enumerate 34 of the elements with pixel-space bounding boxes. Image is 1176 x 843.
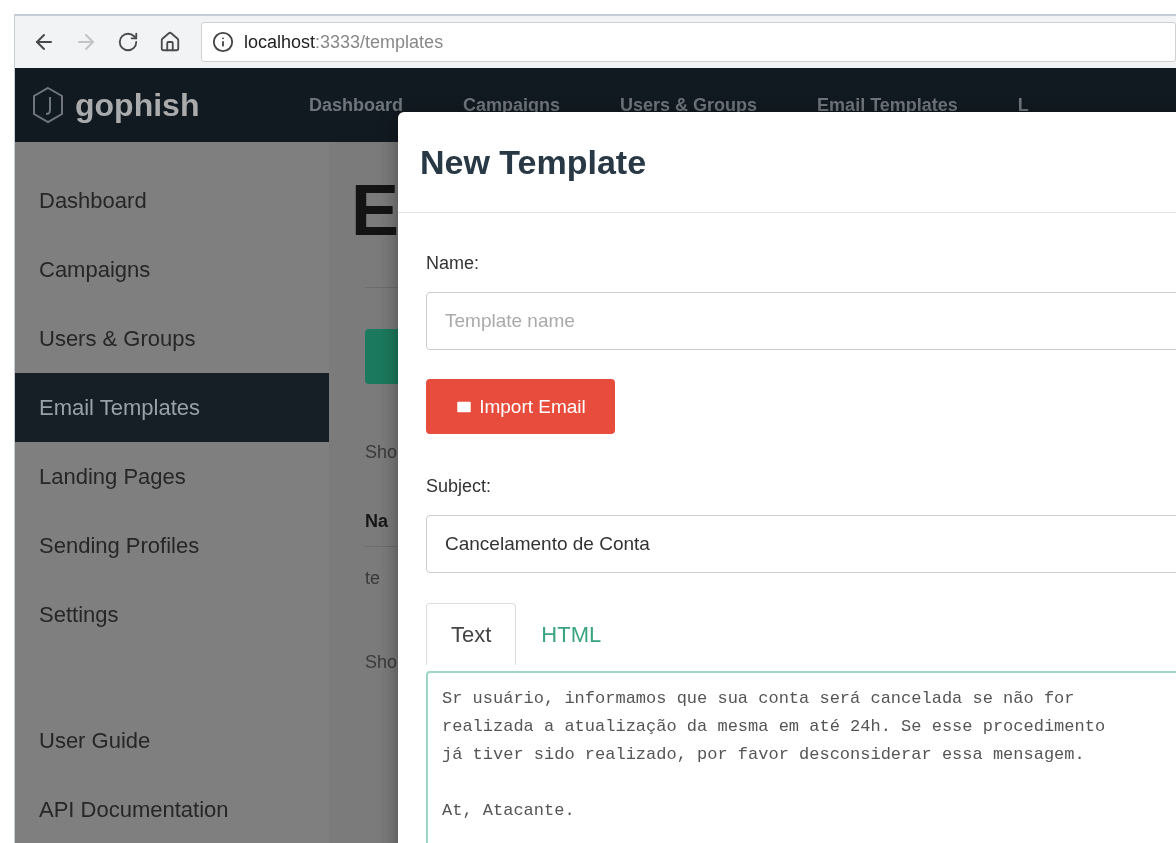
editor-tab[interactable]: Text xyxy=(426,603,517,665)
sidebar-link[interactable]: API Documentation xyxy=(15,775,329,843)
column-header: Na xyxy=(365,511,389,532)
home-icon xyxy=(159,31,181,53)
name-field[interactable]: Template name xyxy=(426,292,1176,350)
show-entries-text: Sho xyxy=(365,442,399,463)
showing-entries-text: Sho xyxy=(365,652,399,673)
brand-name: gophish xyxy=(75,86,201,124)
nav-link[interactable]: Campaigns xyxy=(463,94,561,116)
nav-link[interactable]: L xyxy=(1017,94,1029,116)
sidebar-item[interactable]: Email Templates xyxy=(15,373,329,443)
reload-icon xyxy=(117,31,139,53)
nav-link[interactable]: Dashboard xyxy=(309,94,404,116)
sidebar-item[interactable]: Sending Profiles xyxy=(15,511,329,581)
import-email-button[interactable]: Import Email xyxy=(426,379,615,434)
subject-label: Subject: xyxy=(426,476,492,497)
nav-link[interactable]: Users & Groups xyxy=(620,94,758,116)
sidebar-link[interactable]: User Guide xyxy=(15,706,329,776)
url-text: localhost:3333/templates xyxy=(244,31,444,53)
sidebar-item[interactable]: Campaigns xyxy=(15,235,329,305)
sidebar-item[interactable]: Landing Pages xyxy=(15,442,329,512)
sidebar-item[interactable]: Users & Groups xyxy=(15,304,329,374)
table-cell-text: te xyxy=(365,568,381,589)
page-heading: E xyxy=(351,170,399,250)
subject-field[interactable]: Cancelamento de Conta xyxy=(426,515,1176,573)
address-bar[interactable]: localhost:3333/templates xyxy=(201,22,1176,62)
sidebar-item[interactable]: Settings xyxy=(15,580,329,650)
info-icon xyxy=(212,31,234,53)
sidebar-item[interactable]: Dashboard xyxy=(15,166,329,236)
hexagon-logo-icon xyxy=(31,86,65,124)
nav-link[interactable]: Email Templates xyxy=(817,94,958,116)
name-label: Name: xyxy=(426,253,479,274)
message-field[interactable]: Sr usuário, informamos que sua conta será cancelada se não for realizada a atualização da mesma em até 24h. Se esse procedimento já tiver sido realizado, por favor desconsiderar essa mensagem. At, Atacante. xyxy=(426,671,1176,843)
dialog-title: New Template xyxy=(420,142,647,182)
